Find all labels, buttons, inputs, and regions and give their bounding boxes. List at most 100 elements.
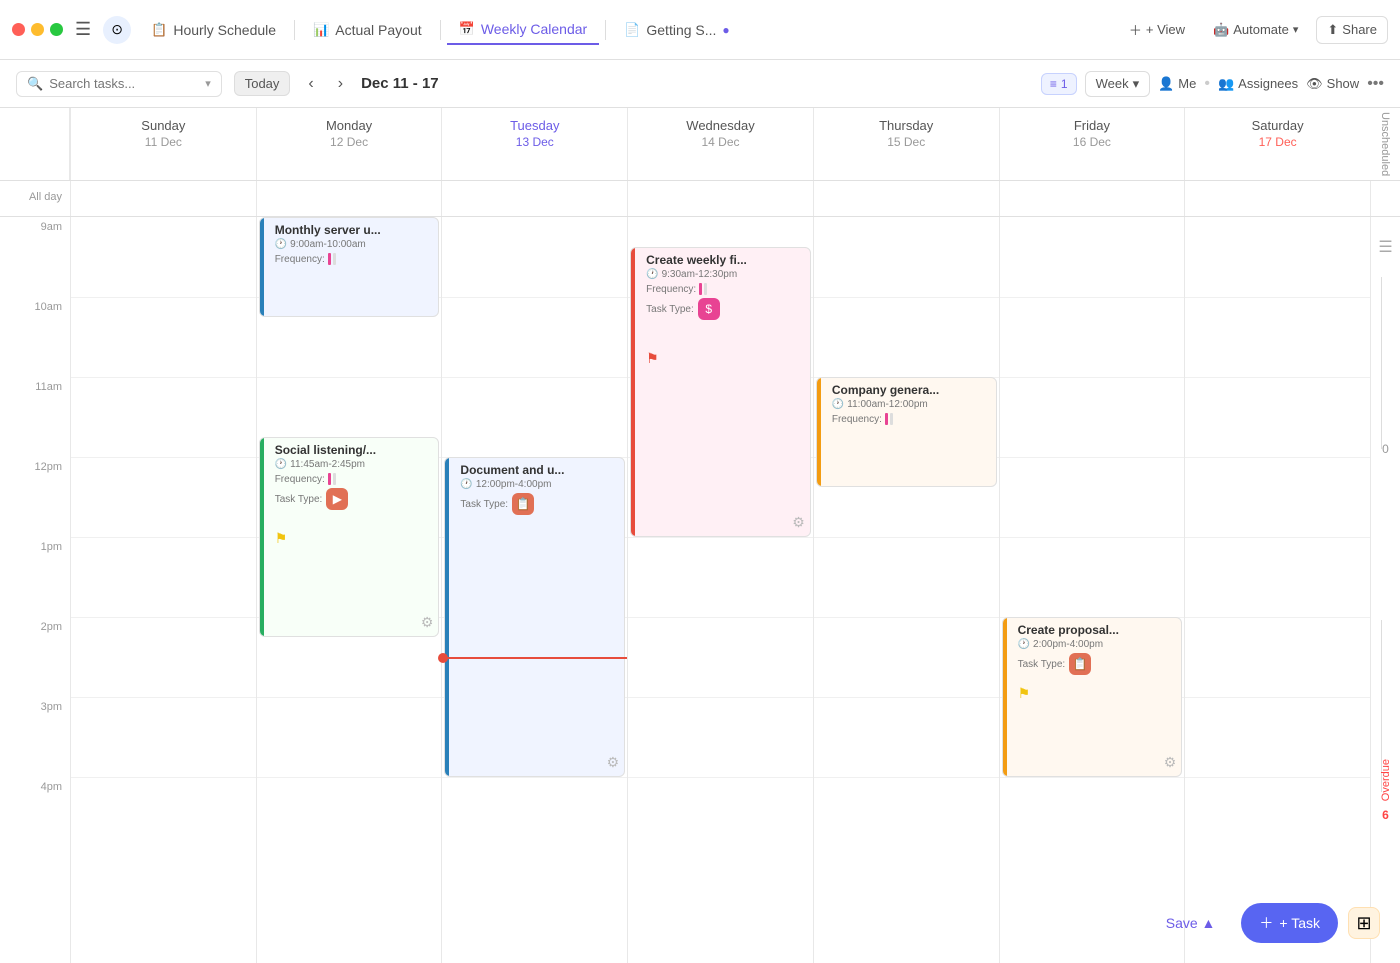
titlebar: ☰ ⊙ 📋 Hourly Schedule 📊 Actual Payout 📅 … (0, 0, 1400, 60)
proposal-type: Task Type: 📋 (1018, 653, 1175, 675)
days-columns: Monthly server u... 🕐 9:00am-10:00am Fre… (70, 217, 1370, 963)
flag-icon-3: ⚑ (1018, 685, 1031, 701)
clock-icon-3: 🕐 (460, 479, 472, 490)
week-dropdown[interactable]: Week ▾ (1085, 71, 1151, 97)
app-icon: ⊙ (103, 16, 131, 44)
task-document[interactable]: Document and u... 🕐 12:00pm-4:00pm Task … (444, 457, 625, 777)
tab-getting-started[interactable]: 📄 Getting S... ● (612, 16, 741, 44)
task-bar-monthly (260, 218, 264, 316)
create-weekly-freq: Frequency: (646, 283, 803, 295)
grid-view-button[interactable]: ⊞ (1348, 907, 1380, 939)
maximize-button[interactable] (50, 23, 63, 36)
grid-icon: ⊞ (1356, 913, 1371, 934)
time-label-12pm: 12pm (0, 457, 70, 537)
tab-weekly-calendar[interactable]: 📅 Weekly Calendar (447, 15, 600, 45)
assignees-icon: 👥 (1218, 76, 1234, 92)
clock-icon-2: 🕐 (275, 459, 287, 470)
plus-icon: ＋ (1129, 20, 1142, 39)
save-button[interactable]: Save ▲ (1150, 907, 1232, 939)
allday-tuesday (441, 181, 627, 216)
tab-actual-payout[interactable]: 📊 Actual Payout (301, 16, 434, 44)
tab-divider-3 (605, 20, 606, 40)
settings-icon-document[interactable]: ⚙ (607, 754, 620, 771)
bottom-bar: Save ▲ ＋ + Task ⊞ (1150, 903, 1380, 943)
settings-icon-proposal[interactable]: ⚙ (1164, 754, 1177, 771)
allday-unscheduled (1370, 181, 1400, 216)
getting-started-icon: 📄 (624, 22, 640, 38)
day-header-sunday: Sunday 11 Dec (70, 108, 256, 180)
hourly-schedule-icon: 📋 (151, 22, 167, 38)
clock-icon-6: 🕐 (1018, 639, 1030, 650)
time-grid: 9am 10am 11am 12pm 1pm 2pm 3pm 4pm (0, 217, 1400, 963)
menu-icon[interactable]: ☰ (75, 19, 91, 40)
task-bar-weekly (631, 248, 635, 536)
task-bar-document (445, 458, 449, 776)
clock-icon-5: 🕐 (832, 399, 844, 410)
unscheduled-section: 0 (1371, 277, 1400, 620)
document-type: Task Type: 📋 (460, 493, 617, 515)
create-weekly-badge: $ (698, 298, 720, 320)
flag-icon-2: ⚑ (646, 350, 659, 366)
task-create-weekly[interactable]: Create weekly fi... 🕐 9:30am-12:30pm Fre… (630, 247, 811, 537)
allday-saturday (1184, 181, 1370, 216)
proposal-title: Create proposal... (1018, 623, 1175, 637)
current-time-line (442, 657, 627, 659)
company-time: 🕐 11:00am-12:00pm (832, 399, 989, 410)
toolbar: 🔍 ▾ Today ‹ › Dec 11 - 17 ≡ 1 Week ▾ 👤 M… (0, 60, 1400, 108)
me-button[interactable]: 👤 Me (1158, 76, 1196, 92)
settings-icon-social[interactable]: ⚙ (421, 614, 434, 631)
sidebar-menu-icon[interactable]: ☰ (1378, 237, 1392, 257)
close-button[interactable] (12, 23, 25, 36)
task-company-general[interactable]: Company genera... 🕐 11:00am-12:00pm Freq… (816, 377, 997, 487)
day-header-saturday: Saturday 17 Dec (1184, 108, 1370, 180)
filter-badge[interactable]: ≡ 1 (1041, 73, 1077, 95)
task-bar-social (260, 438, 264, 636)
time-label-3pm: 3pm (0, 697, 70, 777)
tab-hourly-schedule[interactable]: 📋 Hourly Schedule (139, 16, 288, 44)
share-button[interactable]: ⬆ Share (1316, 16, 1388, 44)
search-box[interactable]: 🔍 ▾ (16, 71, 222, 97)
time-label-11am: 11am (0, 377, 70, 457)
task-create-proposal[interactable]: Create proposal... 🕐 2:00pm-4:00pm Task … (1002, 617, 1183, 777)
filter-icon: ≡ (1050, 77, 1057, 91)
next-week-button[interactable]: › (332, 73, 349, 95)
calendar: Sunday 11 Dec Monday 12 Dec Tuesday 13 D… (0, 108, 1400, 963)
day-header-thursday: Thursday 15 Dec (813, 108, 999, 180)
task-monthly-server[interactable]: Monthly server u... 🕐 9:00am-10:00am Fre… (259, 217, 440, 317)
minimize-button[interactable] (31, 23, 44, 36)
automate-button[interactable]: 🤖 Automate ▾ (1203, 17, 1308, 43)
tab-divider-2 (440, 20, 441, 40)
monthly-server-freq: Frequency: (275, 253, 432, 265)
week-chevron-icon: ▾ (1133, 76, 1140, 92)
proposal-time: 🕐 2:00pm-4:00pm (1018, 639, 1175, 650)
day-col-thursday: Company genera... 🕐 11:00am-12:00pm Freq… (813, 217, 999, 963)
more-options-button[interactable]: ••• (1367, 75, 1384, 93)
day-header-monday: Monday 12 Dec (256, 108, 442, 180)
prev-week-button[interactable]: ‹ (302, 73, 319, 95)
social-listening-title: Social listening/... (275, 443, 432, 457)
flag-icon: ⚑ (275, 530, 288, 546)
company-title: Company genera... (832, 383, 989, 397)
task-bar-company (817, 378, 821, 486)
day-header-friday: Friday 16 Dec (999, 108, 1185, 180)
calendar-icon: 📅 (459, 21, 475, 37)
create-weekly-title: Create weekly fi... (646, 253, 803, 267)
unscheduled-label: Unscheduled (1373, 108, 1397, 180)
assignees-button[interactable]: 👥 Assignees (1218, 76, 1298, 92)
view-button[interactable]: ＋ + View (1119, 15, 1195, 44)
traffic-lights (12, 23, 63, 36)
search-chevron-icon[interactable]: ▾ (205, 77, 211, 90)
clock-icon-4: 🕐 (646, 269, 658, 280)
allday-monday (256, 181, 442, 216)
settings-icon-weekly[interactable]: ⚙ (792, 514, 805, 531)
today-button[interactable]: Today (234, 71, 291, 96)
add-task-button[interactable]: ＋ + Task (1241, 903, 1338, 943)
search-input[interactable] (49, 76, 199, 91)
proposal-badge: 📋 (1069, 653, 1091, 675)
task-social-listening[interactable]: Social listening/... 🕐 11:45am-2:45pm Fr… (259, 437, 440, 637)
sidebar-controls: ☰ (1371, 217, 1400, 277)
time-label-4pm: 4pm (0, 777, 70, 857)
show-button[interactable]: 👁 Show (1306, 76, 1359, 92)
time-label-9am: 9am (0, 217, 70, 297)
create-weekly-time: 🕐 9:30am-12:30pm (646, 269, 803, 280)
